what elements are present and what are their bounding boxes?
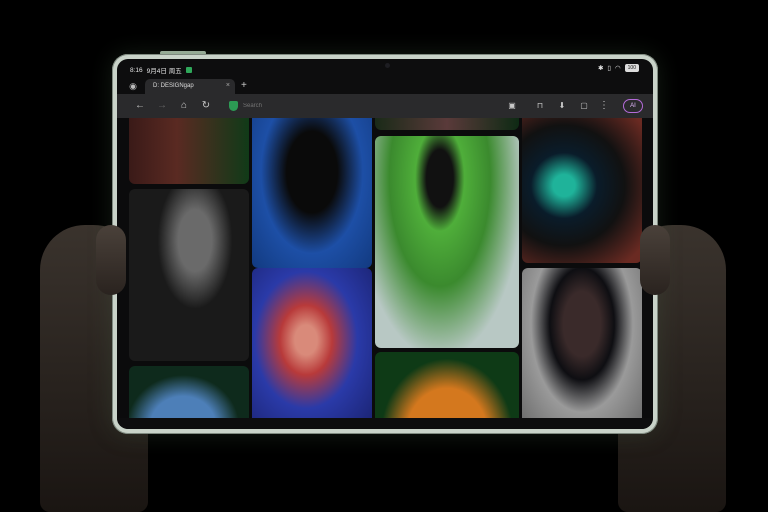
right-thumb [640, 225, 670, 295]
tablet-frame: 8:16 9月4日 周五 ✱ ▯ ◠ 100 ◉ D: DESIGNgap × … [112, 54, 658, 434]
notification-icon [185, 67, 192, 73]
tab-title: D: DESIGNgap [153, 83, 194, 89]
gallery-image-red-portrait[interactable] [129, 118, 249, 184]
gallery-image-red-hair[interactable] [252, 268, 372, 418]
vibrate-icon: ▯ [607, 65, 611, 72]
shield-icon[interactable] [229, 101, 238, 111]
tablet-screen: 8:16 9月4日 周五 ✱ ▯ ◠ 100 ◉ D: DESIGNgap × … [117, 59, 653, 429]
gallery-image-top-strip[interactable] [375, 118, 519, 130]
reload-icon[interactable]: ↻ [199, 99, 213, 113]
status-time: 8:16 [130, 66, 143, 74]
gallery-image-green-glasses[interactable] [252, 118, 372, 268]
tab-close-icon[interactable]: × [226, 82, 230, 89]
image-gallery [117, 118, 653, 418]
bluetooth-icon: ✱ [597, 65, 604, 72]
battery-icon: 100 [624, 64, 639, 72]
status-date: 9月4日 周五 [146, 68, 182, 75]
gallery-image-green-figure[interactable] [375, 136, 519, 348]
gallery-image-bw-portrait[interactable] [129, 189, 249, 361]
wifi-icon: ◠ [614, 65, 621, 72]
tabs-icon[interactable]: ▢ [577, 99, 591, 113]
menu-icon[interactable]: ⋮ [597, 99, 611, 113]
reader-icon[interactable]: ▣ [505, 99, 519, 113]
new-tab-button[interactable]: + [241, 79, 247, 93]
left-thumb [96, 225, 126, 295]
home-icon[interactable]: ⌂ [177, 99, 191, 113]
bottom-gesture-area [117, 418, 653, 429]
status-bar: 8:16 9月4日 周五 ✱ ▯ ◠ 100 [117, 59, 653, 77]
tab-bar: ◉ D: DESIGNgap × + [117, 78, 653, 94]
gallery-image-grey-portrait[interactable] [522, 268, 642, 418]
download-icon[interactable]: ⬇ [555, 99, 569, 113]
tab-designgap[interactable]: D: DESIGNgap × [145, 79, 235, 94]
browser-toolbar: ← → ⌂ ↻ ▣ ⊓ ⬇ ▢ ⋮ AI [117, 94, 653, 118]
gallery-image-teal-profile[interactable] [522, 118, 642, 263]
forward-icon[interactable]: → [155, 99, 169, 113]
ai-button[interactable]: AI [623, 99, 643, 113]
bookmark-icon[interactable]: ⊓ [533, 99, 547, 113]
back-icon[interactable]: ← [133, 99, 147, 113]
github-icon[interactable]: ◉ [127, 80, 139, 92]
address-bar[interactable] [243, 100, 363, 112]
gallery-image-orange-hair[interactable] [375, 352, 519, 418]
gallery-image-blue-dome[interactable] [129, 366, 249, 418]
